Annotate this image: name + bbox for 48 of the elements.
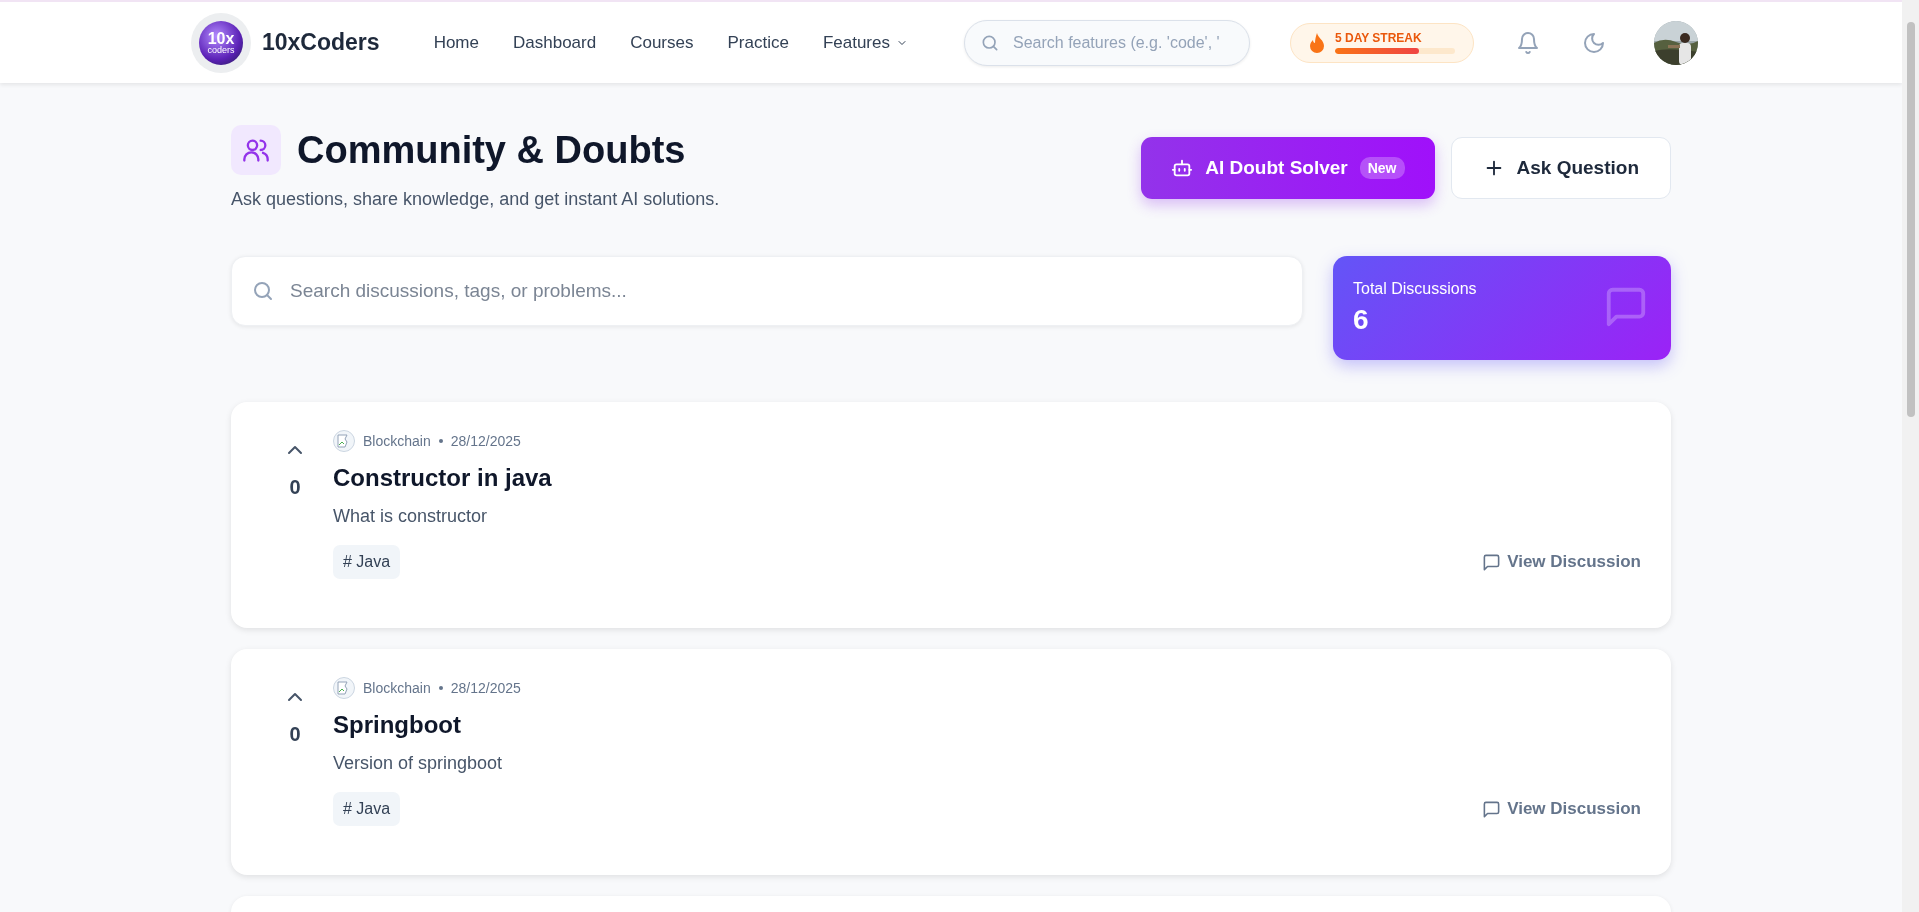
comment-icon <box>1482 799 1502 819</box>
discussion-title[interactable]: Springboot <box>333 711 1641 739</box>
robot-icon <box>1171 157 1194 179</box>
page-subtitle: Ask questions, share knowledge, and get instant AI solutions. <box>231 189 720 210</box>
logo-text: 10x <box>207 30 235 46</box>
page-title: Community & Doubts <box>297 128 686 172</box>
comment-icon <box>1482 552 1502 572</box>
separator-dot-icon <box>438 439 443 443</box>
flame-icon <box>1309 32 1325 53</box>
discussion-card[interactable]: 0 Blockchain 28/12/2025 Constructor in java What is constructor # Java View Discussion <box>231 402 1671 628</box>
tag-chip[interactable]: # Java <box>333 792 401 826</box>
ask-question-button[interactable]: Ask Question <box>1450 137 1671 199</box>
author-name: Blockchain <box>363 433 431 449</box>
stat-value: 6 <box>1353 304 1369 336</box>
author-name: Blockchain <box>363 680 431 696</box>
tag-chip[interactable]: # Java <box>333 545 401 579</box>
broken-image-icon <box>333 677 355 699</box>
discussion-card[interactable]: 0 Blockchain 28/12/2025 Springboot Version of springboot # Java View Discussion <box>231 649 1671 875</box>
view-discussion-link[interactable]: View Discussion <box>1482 799 1641 819</box>
discussion-body: What is constructor <box>333 506 489 527</box>
discussion-title[interactable]: Constructor in java <box>333 464 1641 492</box>
nav-link[interactable]: Practice <box>727 32 789 53</box>
bell-icon[interactable] <box>1516 30 1540 55</box>
logo-subtext: coders <box>207 45 235 55</box>
post-date: 28/12/2025 <box>450 680 521 696</box>
nav-link[interactable]: Features <box>822 32 908 53</box>
nav-link[interactable]: Courses <box>630 32 694 53</box>
search-field[interactable]: Search features (e.g. 'code', ' <box>964 19 1250 66</box>
separator-dot-icon <box>438 686 443 690</box>
search-field[interactable]: Search discussions, tags, or problems... <box>231 256 1303 326</box>
broken-image-icon <box>333 430 355 452</box>
moon-icon[interactable] <box>1582 30 1606 55</box>
brand-name[interactable]: 10xCoders <box>262 29 380 56</box>
users-icon <box>231 125 281 175</box>
ai-doubt-solver-button[interactable]: AI Doubt Solver New <box>1141 137 1435 199</box>
view-discussion-link[interactable]: View Discussion <box>1482 552 1641 572</box>
search-icon <box>251 279 275 303</box>
streak-label: 5 DAY STREAK <box>1335 31 1423 45</box>
nav-link[interactable]: Home <box>433 32 479 53</box>
vote-count: 0 <box>289 476 301 499</box>
post-date: 28/12/2025 <box>450 433 521 449</box>
scrollbar[interactable] <box>1902 0 1919 912</box>
stat-label: Total Discussions <box>1353 280 1478 298</box>
vote-count: 0 <box>289 723 301 746</box>
new-badge: New <box>1359 157 1405 179</box>
logo-icon[interactable]: 10x coders <box>191 12 251 73</box>
nav-link[interactable]: Dashboard <box>513 32 597 53</box>
discussion-body: Version of springboot <box>333 753 504 774</box>
